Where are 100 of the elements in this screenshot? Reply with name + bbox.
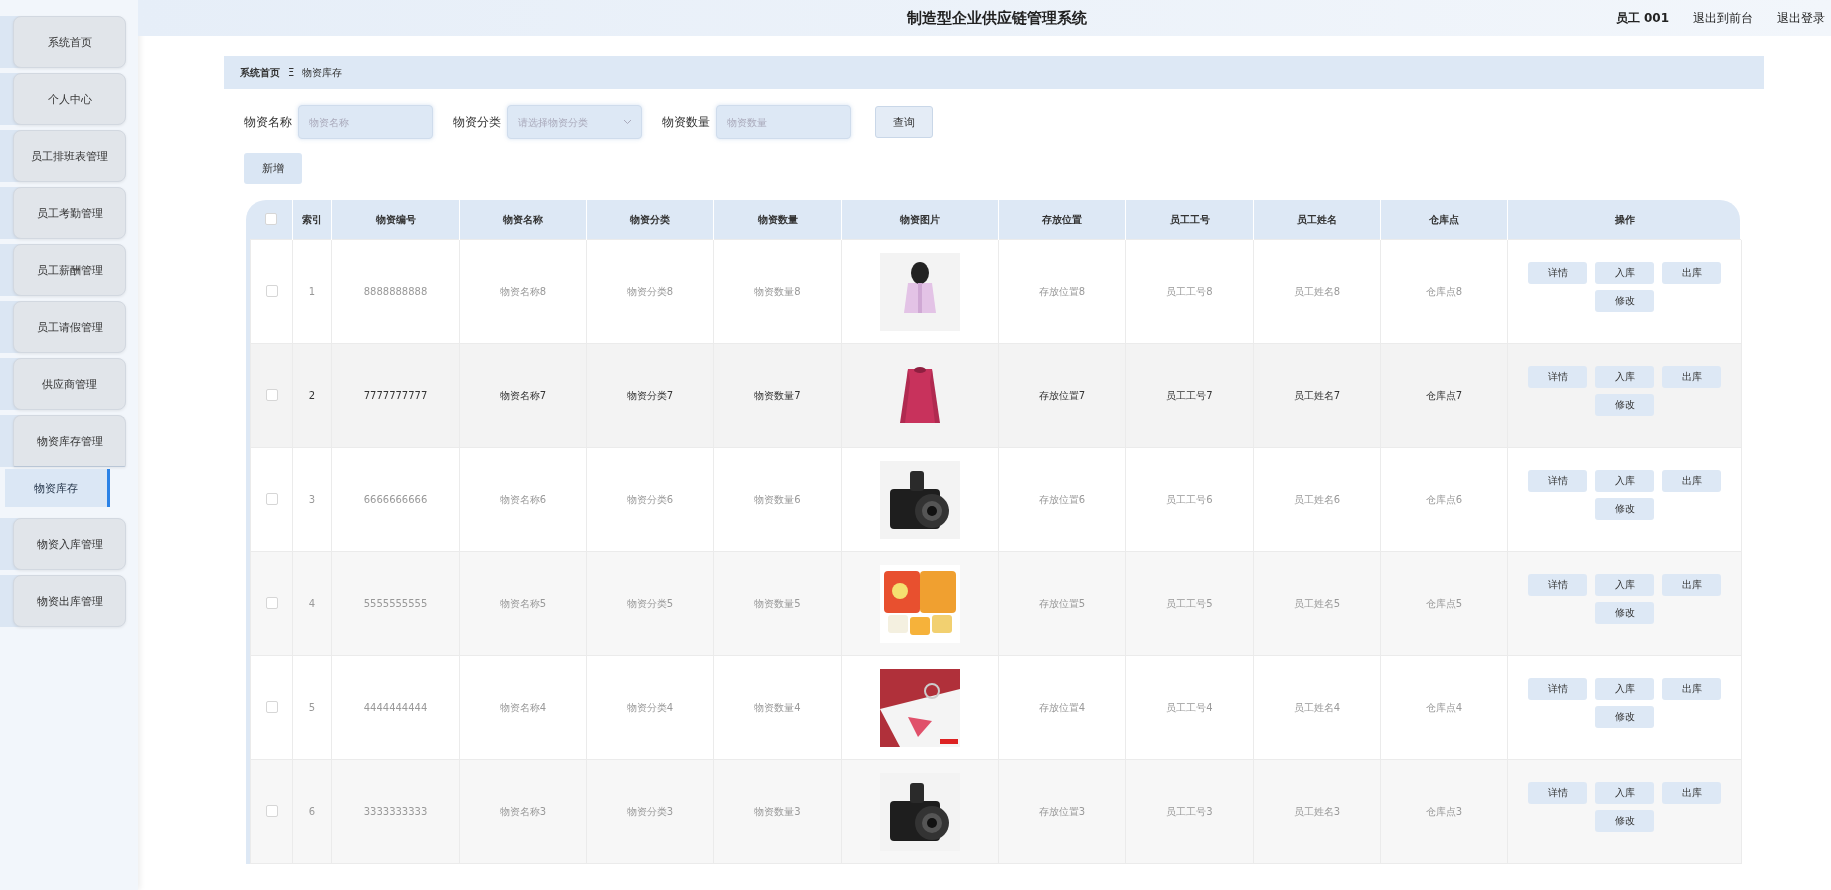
table-cell: 物资名称3 bbox=[499, 805, 547, 817]
sidebar-item[interactable]: 员工考勤管理 bbox=[13, 187, 126, 239]
sidebar-item[interactable]: 供应商管理 bbox=[13, 358, 126, 410]
sidebar-item[interactable]: 物资出库管理 bbox=[13, 575, 126, 627]
column-header: 员工工号 bbox=[1169, 213, 1210, 225]
action-button[interactable]: 修改 bbox=[1595, 602, 1654, 624]
table-cell: 物资分类8 bbox=[626, 285, 674, 297]
sidebar-item[interactable]: 员工薪酬管理 bbox=[13, 244, 126, 296]
table-cell: 1 bbox=[308, 286, 316, 297]
filter-label: 物资分类 bbox=[453, 113, 501, 131]
column-header: 员工姓名 bbox=[1297, 213, 1337, 225]
table-cell: 存放位置4 bbox=[1038, 701, 1086, 713]
action-button[interactable]: 出库 bbox=[1662, 782, 1721, 804]
table-cell: 6 bbox=[308, 806, 316, 817]
table-cell: 物资名称6 bbox=[499, 493, 547, 505]
table-cell: 7777777777 bbox=[363, 390, 428, 401]
column-header: 物资分类 bbox=[630, 213, 670, 225]
row-checkbox[interactable] bbox=[265, 596, 278, 609]
sidebar-item[interactable]: 系统首页 bbox=[13, 16, 126, 68]
table-cell: 物资名称4 bbox=[499, 701, 547, 713]
action-button[interactable]: 详情 bbox=[1528, 678, 1587, 700]
table-row[interactable]: 3 6666666666 物资名称6 物资分类6 物资数量6 存放位置6 员工工号6 员工姓名6 仓库点6 详情 入库 出库 修改 bbox=[250, 447, 1742, 552]
breadcrumb-link[interactable]: 系统首页 bbox=[240, 65, 280, 80]
sidebar-item[interactable]: 员工排班表管理 bbox=[13, 130, 126, 182]
row-checkbox[interactable] bbox=[265, 388, 278, 401]
header-link[interactable]: 退出登录 bbox=[1777, 9, 1825, 27]
table-cell: 员工工号8 bbox=[1166, 285, 1213, 297]
table-row[interactable]: 4 5555555555 物资名称5 物资分类5 物资数量5 存放位置5 员工工号5 员工姓名5 仓库点5 详情 入库 出库 修改 bbox=[250, 551, 1742, 656]
header-link[interactable]: 退出到前台 bbox=[1693, 9, 1753, 27]
action-button[interactable]: 修改 bbox=[1595, 290, 1654, 312]
table-cell: 物资分类6 bbox=[626, 493, 674, 505]
table-row[interactable]: 2 7777777777 物资名称7 物资分类7 物资数量7 存放位置7 员工工号7 员工姓名7 仓库点7 详情 入库 出库 修改 bbox=[250, 343, 1742, 448]
table-cell: 5555555555 bbox=[363, 598, 428, 609]
action-button[interactable]: 入库 bbox=[1595, 782, 1654, 804]
row-checkbox[interactable] bbox=[265, 492, 278, 505]
action-button[interactable]: 入库 bbox=[1595, 470, 1654, 492]
action-button[interactable]: 入库 bbox=[1595, 262, 1654, 284]
table-row[interactable]: 1 8888888888 物资名称8 物资分类8 物资数量8 存放位置8 员工工号8 员工姓名8 仓库点8 详情 入库 出库 修改 bbox=[250, 239, 1742, 344]
sidebar-item[interactable]: 员工请假管理 bbox=[13, 301, 126, 353]
action-button[interactable]: 详情 bbox=[1528, 366, 1587, 388]
table-cell: 员工姓名7 bbox=[1293, 389, 1341, 401]
table-cell: 员工姓名3 bbox=[1293, 805, 1341, 817]
table-cell: 4 bbox=[308, 598, 316, 609]
table-cell: 物资数量7 bbox=[754, 389, 801, 401]
sidebar-item[interactable]: 个人中心 bbox=[13, 73, 126, 125]
action-button[interactable]: 修改 bbox=[1595, 706, 1654, 728]
table-cell: 物资名称5 bbox=[499, 597, 547, 609]
action-button[interactable]: 出库 bbox=[1662, 574, 1721, 596]
sidebar-item[interactable]: 物资库存管理 bbox=[13, 415, 126, 467]
action-button[interactable]: 详情 bbox=[1528, 262, 1587, 284]
row-checkbox[interactable] bbox=[265, 700, 278, 713]
table-cell: 员工姓名6 bbox=[1293, 493, 1341, 505]
action-button[interactable]: 入库 bbox=[1595, 366, 1654, 388]
table-row[interactable]: 6 3333333333 物资名称3 物资分类3 物资数量3 存放位置3 员工工号3 员工姓名3 仓库点3 详情 入库 出库 修改 bbox=[250, 759, 1742, 864]
action-button[interactable]: 出库 bbox=[1662, 366, 1721, 388]
table-cell: 存放位置8 bbox=[1038, 285, 1086, 297]
row-checkbox[interactable] bbox=[265, 284, 278, 297]
action-button[interactable]: 出库 bbox=[1662, 262, 1721, 284]
action-button[interactable]: 详情 bbox=[1528, 470, 1587, 492]
action-button[interactable]: 修改 bbox=[1595, 394, 1654, 416]
table-cell: 存放位置7 bbox=[1038, 389, 1086, 401]
table-cell: 3 bbox=[308, 494, 316, 505]
action-button[interactable]: 详情 bbox=[1528, 574, 1587, 596]
column-header: 操作 bbox=[1614, 213, 1635, 225]
action-button[interactable]: 详情 bbox=[1528, 782, 1587, 804]
user-name: 员工 001 bbox=[1615, 9, 1669, 27]
table-cell: 仓库点6 bbox=[1425, 493, 1463, 505]
action-button[interactable]: 入库 bbox=[1595, 574, 1654, 596]
table-cell: 员工工号3 bbox=[1166, 805, 1213, 817]
table-cell: 8888888888 bbox=[363, 286, 428, 297]
filter-label: 物资名称 bbox=[244, 113, 292, 131]
table-cell: 物资数量4 bbox=[754, 701, 801, 713]
action-button[interactable]: 入库 bbox=[1595, 678, 1654, 700]
table-cell: 物资数量6 bbox=[754, 493, 801, 505]
table-cell: 物资分类5 bbox=[626, 597, 674, 609]
select-all-checkbox[interactable] bbox=[265, 212, 278, 225]
action-button[interactable]: 出库 bbox=[1662, 678, 1721, 700]
table-cell: 存放位置5 bbox=[1038, 597, 1086, 609]
table-cell: 仓库点7 bbox=[1425, 389, 1463, 401]
table-row[interactable]: 5 4444444444 物资名称4 物资分类4 物资数量4 存放位置4 员工工号4 员工姓名4 仓库点4 详情 入库 出库 修改 bbox=[250, 655, 1742, 760]
action-button[interactable]: 修改 bbox=[1595, 498, 1654, 520]
table-cell: 物资名称7 bbox=[499, 389, 547, 401]
table-cell: 仓库点5 bbox=[1425, 597, 1463, 609]
sidebar-item[interactable]: 物资入库管理 bbox=[13, 518, 126, 570]
chevron-down-icon bbox=[623, 119, 632, 125]
action-button[interactable]: 出库 bbox=[1662, 470, 1721, 492]
sidebar-subitem[interactable]: 物资库存 bbox=[5, 469, 110, 507]
column-header: 物资编号 bbox=[375, 213, 416, 225]
table-cell: 员工工号6 bbox=[1166, 493, 1213, 505]
table-cell: 物资数量8 bbox=[754, 285, 801, 297]
table-cell: 员工姓名5 bbox=[1293, 597, 1341, 609]
column-header: 物资名称 bbox=[503, 213, 543, 225]
table-cell: 物资名称8 bbox=[499, 285, 547, 297]
table-cell: 员工工号5 bbox=[1166, 597, 1213, 609]
search-button[interactable]: 查询 bbox=[875, 106, 933, 138]
table-cell: 6666666666 bbox=[363, 494, 428, 505]
add-button[interactable]: 新增 bbox=[244, 153, 302, 184]
row-checkbox[interactable] bbox=[265, 804, 278, 817]
action-button[interactable]: 修改 bbox=[1595, 810, 1654, 832]
table-cell: 2 bbox=[308, 390, 316, 401]
